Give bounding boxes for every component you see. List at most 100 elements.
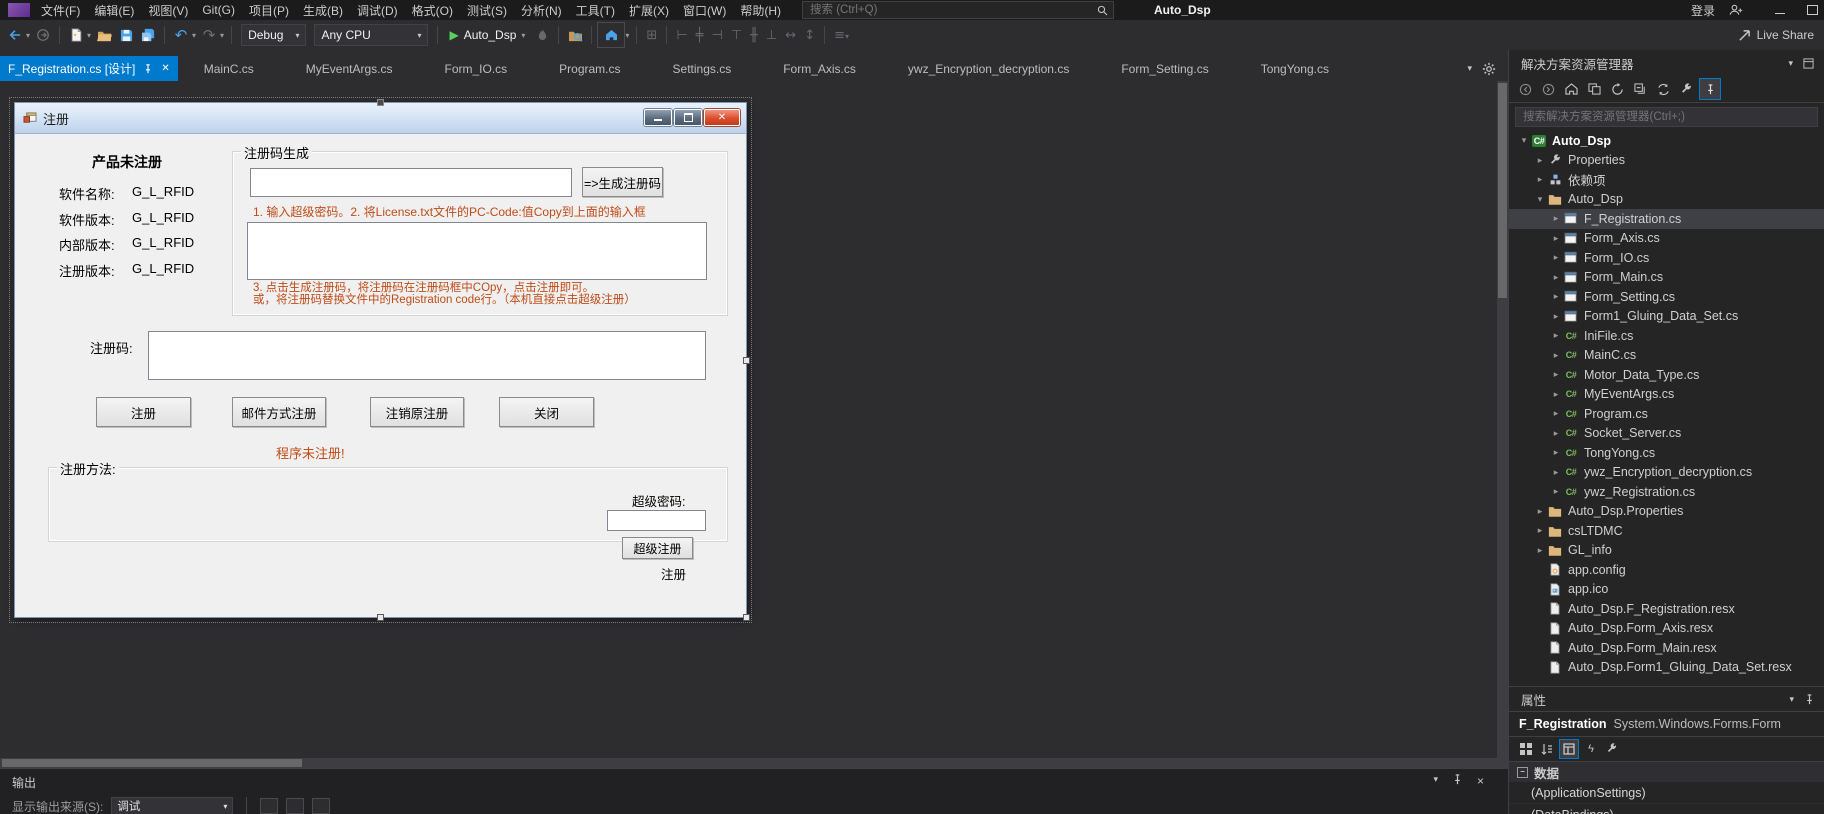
- quick-search[interactable]: [802, 1, 1114, 19]
- tree-item-Form_Setting.cs[interactable]: ▸Form_Setting.cs: [1509, 287, 1824, 307]
- toolbar-options-icon[interactable]: ≡▾: [834, 28, 849, 43]
- pin-icon[interactable]: [1452, 774, 1463, 785]
- tree-item-Socket_Server.cs[interactable]: ▸C#Socket_Server.cs: [1509, 424, 1824, 444]
- live-share-button[interactable]: Live Share: [1738, 28, 1824, 42]
- tree-item-Auto_Dsp[interactable]: ▾Auto_Dsp: [1509, 190, 1824, 210]
- redo-button[interactable]: ↷: [198, 23, 220, 47]
- resize-handle-right[interactable]: [743, 357, 750, 364]
- property-row-1[interactable]: (DataBindings): [1509, 804, 1824, 814]
- tree-expander-icon[interactable]: ▸: [1549, 350, 1563, 361]
- menu-item-9[interactable]: 分析(N): [514, 0, 569, 21]
- tree-item-Form_Main.cs[interactable]: ▸Form_Main.cs: [1509, 268, 1824, 288]
- se-sync-icon[interactable]: [1653, 79, 1673, 99]
- pin-icon[interactable]: [143, 64, 153, 74]
- form-action-button-3[interactable]: 关闭: [499, 397, 594, 427]
- navigate-forward-button[interactable]: [32, 23, 54, 47]
- property-pages-icon[interactable]: [1603, 740, 1621, 758]
- designer-form-window[interactable]: 注册 ✕ 产品未注册 软件名称:G_L_RFID软件版本:G_L_RFID内部版…: [14, 102, 747, 618]
- toolbar-overflow-dropdown[interactable]: ▾: [625, 31, 629, 40]
- tree-item-Program.cs[interactable]: ▸C#Program.cs: [1509, 404, 1824, 424]
- super-register-button[interactable]: 超级注册: [622, 537, 693, 559]
- tree-item-F_Registration.cs[interactable]: ▸F_Registration.cs: [1509, 209, 1824, 229]
- tree-item-Auto_Dsp.F_Registration.resx[interactable]: Auto_Dsp.F_Registration.resx: [1509, 599, 1824, 619]
- tree-expander-icon[interactable]: ▸: [1549, 272, 1563, 283]
- se-switch-views-icon[interactable]: [1584, 79, 1604, 99]
- menu-item-4[interactable]: 项目(P): [242, 0, 296, 21]
- tab-MainC.cs[interactable]: MainC.cs: [178, 56, 280, 81]
- property-category-data[interactable]: − 数据: [1509, 762, 1824, 782]
- tree-item-Motor_Data_Type.cs[interactable]: ▸C#Motor_Data_Type.cs: [1509, 365, 1824, 385]
- properties-view-icon[interactable]: [1559, 739, 1579, 759]
- generated-code-textarea[interactable]: [247, 222, 707, 280]
- tree-expander-icon[interactable]: ▸: [1549, 447, 1563, 458]
- redo-dropdown[interactable]: ▾: [220, 31, 224, 40]
- se-refresh-icon[interactable]: [1607, 79, 1627, 99]
- se-collapse-all-icon[interactable]: [1630, 79, 1650, 99]
- tree-item-Auto_Dsp.Properties[interactable]: ▸Auto_Dsp.Properties: [1509, 502, 1824, 522]
- save-button[interactable]: [115, 23, 137, 47]
- designer-horizontal-scrollbar[interactable]: [0, 758, 1497, 768]
- preview-in-browser-button[interactable]: [597, 22, 625, 48]
- tree-item-csLTDMC[interactable]: ▸csLTDMC: [1509, 521, 1824, 541]
- tree-item-Auto_Dsp.Form_Main.resx[interactable]: Auto_Dsp.Form_Main.resx: [1509, 638, 1824, 658]
- tree-item-Form_IO.cs[interactable]: ▸Form_IO.cs: [1509, 248, 1824, 268]
- tab-Form_Axis.cs[interactable]: Form_Axis.cs: [757, 56, 882, 81]
- tab-list-dropdown[interactable]: ▾: [1467, 63, 1472, 74]
- tree-expander-icon[interactable]: ▸: [1549, 408, 1563, 419]
- resize-handle-top[interactable]: [377, 99, 384, 106]
- designer-vertical-scrollbar[interactable]: [1497, 81, 1508, 768]
- menu-item-3[interactable]: Git(G): [195, 1, 242, 19]
- solution-search-input[interactable]: [1521, 110, 1812, 124]
- tree-item-Form_Axis.cs[interactable]: ▸Form_Axis.cs: [1509, 229, 1824, 249]
- tab-F_Registration.cs[interactable]: F_Registration.cs [设计]✕: [0, 56, 178, 81]
- menu-item-1[interactable]: 编辑(E): [87, 0, 141, 21]
- tree-item-IniFile.cs[interactable]: ▸C#IniFile.cs: [1509, 326, 1824, 346]
- properties-options-dropdown[interactable]: ▾: [1789, 694, 1794, 705]
- se-forward-icon[interactable]: [1538, 79, 1558, 99]
- menu-item-10[interactable]: 工具(T): [569, 0, 622, 21]
- tree-expander-icon[interactable]: ▾: [1533, 194, 1547, 205]
- tree-expander-icon[interactable]: ▸: [1549, 369, 1563, 380]
- alphabetical-view-icon[interactable]: [1538, 740, 1556, 758]
- resize-handle-bottom[interactable]: [377, 614, 384, 621]
- solution-platform-dropdown[interactable]: Any CPU▾: [314, 24, 428, 46]
- tree-expander-icon[interactable]: ▸: [1549, 311, 1563, 322]
- tab-Settings.cs[interactable]: Settings.cs: [647, 56, 758, 81]
- new-file-button[interactable]: [65, 23, 87, 47]
- output-options-dropdown[interactable]: ▾: [1433, 774, 1438, 788]
- gear-icon[interactable]: [1482, 62, 1496, 76]
- undo-button[interactable]: ↶: [170, 23, 192, 47]
- property-row-0[interactable]: (ApplicationSettings): [1509, 782, 1824, 804]
- menu-item-0[interactable]: 文件(F): [34, 0, 87, 21]
- form-titlebar[interactable]: 注册 ✕: [15, 103, 746, 134]
- form-action-button-0[interactable]: 注册: [96, 397, 191, 427]
- se-home-icon[interactable]: [1561, 79, 1581, 99]
- properties-pin-icon[interactable]: [1804, 694, 1815, 705]
- output-source-dropdown[interactable]: 调试▾: [111, 797, 233, 814]
- se-preview-selected-icon[interactable]: [1699, 78, 1721, 100]
- dock-icon[interactable]: [1803, 58, 1814, 69]
- tree-item-[interactable]: ▸依赖项: [1509, 170, 1824, 190]
- sign-in-link[interactable]: 登录: [1691, 2, 1715, 19]
- output-close-icon[interactable]: ×: [1477, 774, 1484, 788]
- tree-item-GL_info[interactable]: ▸GL_info: [1509, 541, 1824, 561]
- tree-item-Auto_Dsp.Form_Axis.resx[interactable]: Auto_Dsp.Form_Axis.resx: [1509, 619, 1824, 639]
- tree-item-ywz_Registration.cs[interactable]: ▸C#ywz_Registration.cs: [1509, 482, 1824, 502]
- tree-expander-icon[interactable]: ▸: [1549, 233, 1563, 244]
- find-in-files-icon[interactable]: [564, 23, 586, 47]
- tree-item-app.ico[interactable]: app.ico: [1509, 580, 1824, 600]
- tree-expander-icon[interactable]: ▸: [1533, 174, 1547, 185]
- form-maximize-button[interactable]: [674, 109, 702, 126]
- solution-search[interactable]: [1515, 107, 1818, 127]
- navigate-back-dropdown[interactable]: ▾: [26, 31, 30, 40]
- tree-expander-icon[interactable]: ▸: [1533, 506, 1547, 517]
- maximize-window-button[interactable]: [1807, 5, 1818, 15]
- pccode-input[interactable]: [250, 168, 572, 197]
- tab-TongYong.cs[interactable]: TongYong.cs: [1235, 56, 1355, 81]
- events-icon[interactable]: ϟ: [1582, 740, 1600, 758]
- close-icon[interactable]: ✕: [161, 63, 169, 74]
- menu-item-7[interactable]: 格式(O): [405, 0, 460, 21]
- tree-expander-icon[interactable]: ▸: [1549, 389, 1563, 400]
- navigate-back-button[interactable]: [4, 23, 26, 47]
- start-debugging-button[interactable]: ▶ Auto_Dsp ▾: [449, 28, 525, 42]
